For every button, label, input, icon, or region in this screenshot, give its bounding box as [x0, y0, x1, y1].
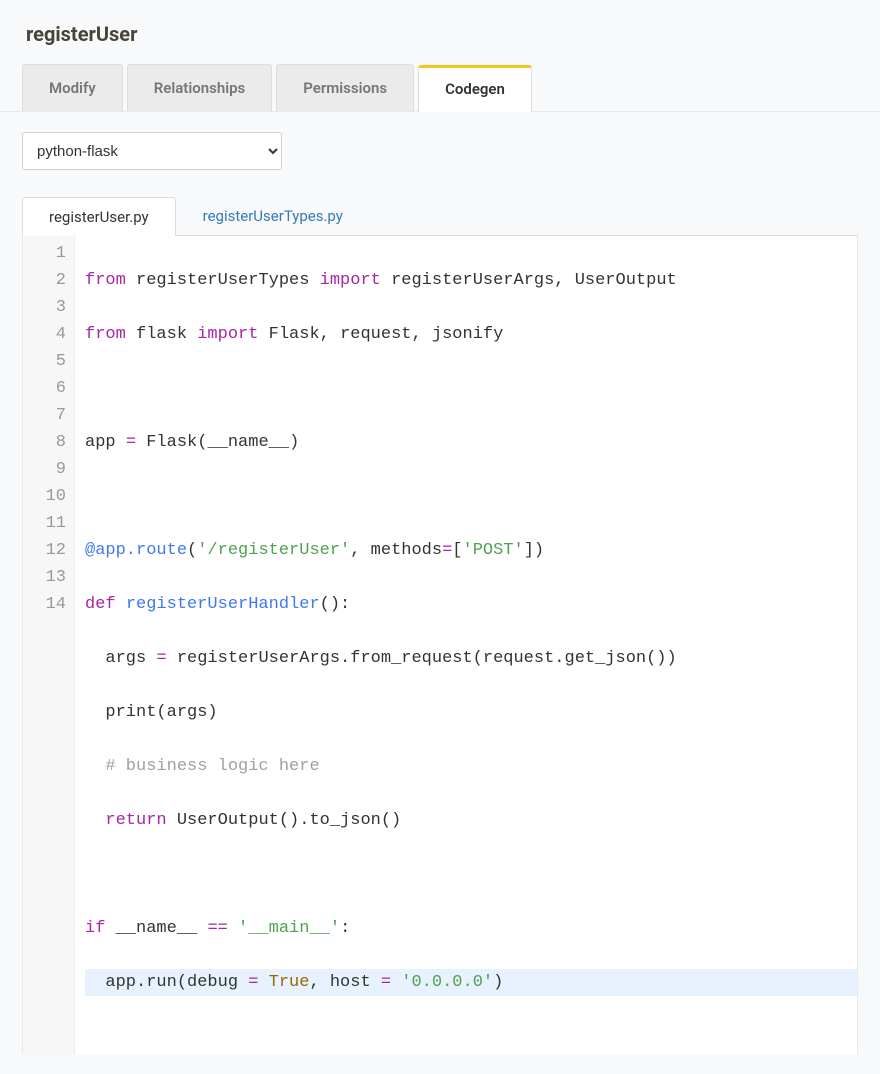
code-line — [85, 861, 857, 888]
code-line: def registerUserHandler(): — [85, 591, 857, 618]
tab-relationships[interactable]: Relationships — [127, 64, 273, 111]
tab-permissions[interactable]: Permissions — [276, 64, 414, 111]
code-line — [85, 483, 857, 510]
code-line: from registerUserTypes import registerUs… — [85, 267, 857, 294]
line-number: 1 — [33, 240, 66, 267]
code-line: @app.route('/registerUser', methods=['PO… — [85, 537, 857, 564]
main-tabs: Modify Relationships Permissions Codegen — [0, 64, 880, 112]
line-number: 3 — [33, 294, 66, 321]
line-number: 4 — [33, 321, 66, 348]
code-line: return UserOutput().to_json() — [85, 807, 857, 834]
code-editor[interactable]: 1 2 3 4 5 6 7 8 9 10 11 12 13 14 from re… — [22, 236, 858, 1054]
line-number: 2 — [33, 267, 66, 294]
line-number: 11 — [33, 510, 66, 537]
code-line — [85, 375, 857, 402]
line-number: 12 — [33, 537, 66, 564]
framework-select[interactable]: python-flask — [22, 132, 282, 170]
code-line: args = registerUserArgs.from_request(req… — [85, 645, 857, 672]
line-number: 13 — [33, 564, 66, 591]
code-line: app.run(debug = True, host = '0.0.0.0') — [85, 969, 857, 996]
line-number: 10 — [33, 483, 66, 510]
tab-codegen[interactable]: Codegen — [418, 65, 532, 112]
line-number: 14 — [33, 591, 66, 618]
file-tabs: registerUser.py registerUserTypes.py — [22, 196, 858, 236]
line-number: 5 — [33, 348, 66, 375]
file-tab-registeruser[interactable]: registerUser.py — [22, 197, 176, 236]
file-tab-registerusertypes[interactable]: registerUserTypes.py — [176, 196, 370, 235]
code-line: # business logic here — [85, 753, 857, 780]
codegen-panel: python-flask registerUser.py registerUse… — [0, 112, 880, 1074]
line-number: 9 — [33, 456, 66, 483]
tab-modify[interactable]: Modify — [22, 64, 123, 111]
line-number: 6 — [33, 375, 66, 402]
line-number: 7 — [33, 402, 66, 429]
editor-gutter: 1 2 3 4 5 6 7 8 9 10 11 12 13 14 — [23, 236, 75, 1054]
editor-code[interactable]: from registerUserTypes import registerUs… — [75, 236, 857, 1054]
page-title: registerUser — [0, 0, 880, 64]
line-number: 8 — [33, 429, 66, 456]
code-line: if __name__ == '__main__': — [85, 915, 857, 942]
code-line: app = Flask(__name__) — [85, 429, 857, 456]
code-line: from flask import Flask, request, jsonif… — [85, 321, 857, 348]
code-line: print(args) — [85, 699, 857, 726]
